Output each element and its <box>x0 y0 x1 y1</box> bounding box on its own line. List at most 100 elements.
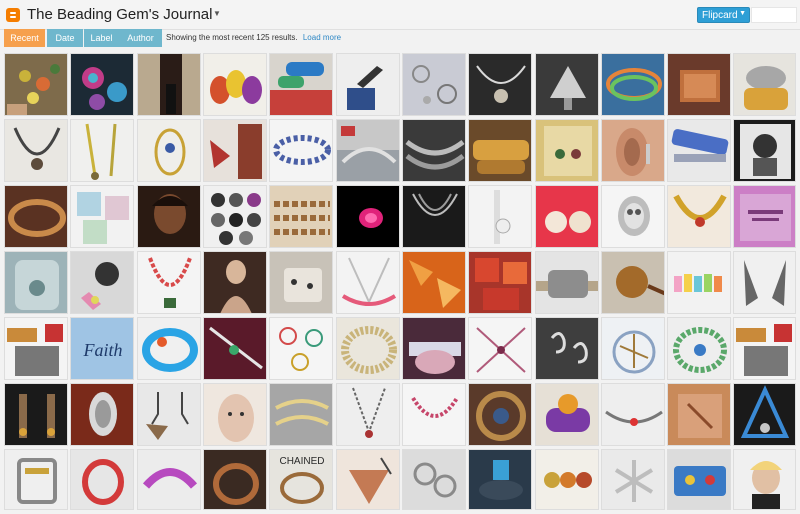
post-tile[interactable] <box>203 449 267 510</box>
post-tile[interactable] <box>733 251 796 314</box>
post-tile[interactable] <box>667 185 731 248</box>
post-tile[interactable] <box>4 119 68 182</box>
post-tile[interactable] <box>4 251 68 314</box>
post-tile[interactable] <box>468 383 532 446</box>
tab-label[interactable]: Label <box>84 29 119 47</box>
post-tile[interactable] <box>601 53 665 116</box>
post-tile[interactable] <box>667 449 731 510</box>
post-tile[interactable] <box>203 317 267 380</box>
view-select-button[interactable]: Flipcard ▼ <box>697 7 750 23</box>
post-tile[interactable] <box>733 53 796 116</box>
post-tile[interactable] <box>269 53 333 116</box>
post-tile[interactable] <box>468 119 532 182</box>
post-tile[interactable] <box>667 53 731 116</box>
caret-down-icon[interactable]: ▼ <box>213 9 221 18</box>
blogger-icon[interactable] <box>6 8 20 22</box>
post-tile[interactable] <box>535 53 599 116</box>
post-tile[interactable] <box>468 53 532 116</box>
post-tile[interactable] <box>70 251 134 314</box>
post-tile[interactable] <box>733 449 796 510</box>
post-tile[interactable] <box>535 383 599 446</box>
post-tile[interactable] <box>535 119 599 182</box>
post-tile[interactable] <box>667 317 731 380</box>
post-tile[interactable] <box>203 185 267 248</box>
post-tile[interactable] <box>468 317 532 380</box>
post-tile[interactable] <box>4 185 68 248</box>
post-tile[interactable] <box>468 449 532 510</box>
post-tile[interactable] <box>336 119 400 182</box>
post-tile[interactable] <box>336 251 400 314</box>
tile-word: CHAINED <box>279 456 324 467</box>
post-tile[interactable] <box>336 53 400 116</box>
post-tile[interactable] <box>667 383 731 446</box>
post-tile[interactable] <box>402 317 466 380</box>
post-tile[interactable] <box>733 119 796 182</box>
post-tile[interactable] <box>733 383 796 446</box>
post-tile[interactable] <box>269 383 333 446</box>
post-tile[interactable] <box>402 251 466 314</box>
post-tile[interactable] <box>336 185 400 248</box>
post-tile[interactable] <box>70 53 134 116</box>
post-tile[interactable] <box>203 251 267 314</box>
post-tile[interactable] <box>70 383 134 446</box>
post-tile[interactable] <box>402 449 466 510</box>
post-tile[interactable] <box>601 251 665 314</box>
post-tile[interactable] <box>269 185 333 248</box>
tab-author[interactable]: Author <box>119 29 162 47</box>
post-tile[interactable] <box>336 317 400 380</box>
post-tile[interactable] <box>70 449 134 510</box>
post-tile[interactable] <box>4 449 68 510</box>
post-tile[interactable] <box>4 317 68 380</box>
post-tile[interactable] <box>535 317 599 380</box>
post-tile[interactable] <box>137 119 201 182</box>
post-tile[interactable] <box>137 317 201 380</box>
post-tile[interactable] <box>203 53 267 116</box>
post-tile[interactable]: CHAINED <box>269 449 333 510</box>
post-tile[interactable] <box>667 251 731 314</box>
post-tile[interactable]: Faith <box>70 317 134 380</box>
blog-title[interactable]: The Beading Gem's Journal <box>27 6 212 23</box>
post-tile[interactable] <box>203 119 267 182</box>
top-bar: The Beading Gem's Journal ▼ Flipcard ▼ <box>0 0 800 30</box>
post-tile[interactable] <box>733 317 796 380</box>
post-tile[interactable] <box>137 449 201 510</box>
post-tile[interactable] <box>4 53 68 116</box>
post-grid: Faith CHAINED <box>4 53 797 514</box>
post-tile[interactable] <box>402 119 466 182</box>
post-tile[interactable] <box>733 185 796 248</box>
post-tile[interactable] <box>269 317 333 380</box>
post-tile[interactable] <box>601 449 665 510</box>
post-tile[interactable] <box>468 251 532 314</box>
post-tile[interactable] <box>336 383 400 446</box>
post-tile[interactable] <box>137 185 201 248</box>
post-tile[interactable] <box>137 53 201 116</box>
post-tile[interactable] <box>70 185 134 248</box>
search-input[interactable] <box>751 7 797 23</box>
post-tile[interactable] <box>601 317 665 380</box>
post-tile[interactable] <box>535 251 599 314</box>
chevron-down-icon: ▼ <box>739 10 746 17</box>
post-tile[interactable] <box>601 185 665 248</box>
post-tile[interactable] <box>601 119 665 182</box>
tab-recent[interactable]: Recent <box>4 29 45 47</box>
view-label: Flipcard <box>702 10 738 21</box>
post-tile[interactable] <box>468 185 532 248</box>
post-tile[interactable] <box>137 383 201 446</box>
post-tile[interactable] <box>269 119 333 182</box>
load-more-link[interactable]: Load more <box>303 33 341 42</box>
post-tile[interactable] <box>137 251 201 314</box>
post-tile[interactable] <box>402 53 466 116</box>
post-tile[interactable] <box>203 383 267 446</box>
post-tile[interactable] <box>269 251 333 314</box>
results-text: Showing the most recent 125 results. <box>166 33 298 42</box>
post-tile[interactable] <box>70 119 134 182</box>
post-tile[interactable] <box>667 119 731 182</box>
post-tile[interactable] <box>4 383 68 446</box>
post-tile[interactable] <box>535 185 599 248</box>
post-tile[interactable] <box>535 449 599 510</box>
tab-date[interactable]: Date <box>47 29 83 47</box>
post-tile[interactable] <box>336 449 400 510</box>
post-tile[interactable] <box>601 383 665 446</box>
post-tile[interactable] <box>402 185 466 248</box>
post-tile[interactable] <box>402 383 466 446</box>
